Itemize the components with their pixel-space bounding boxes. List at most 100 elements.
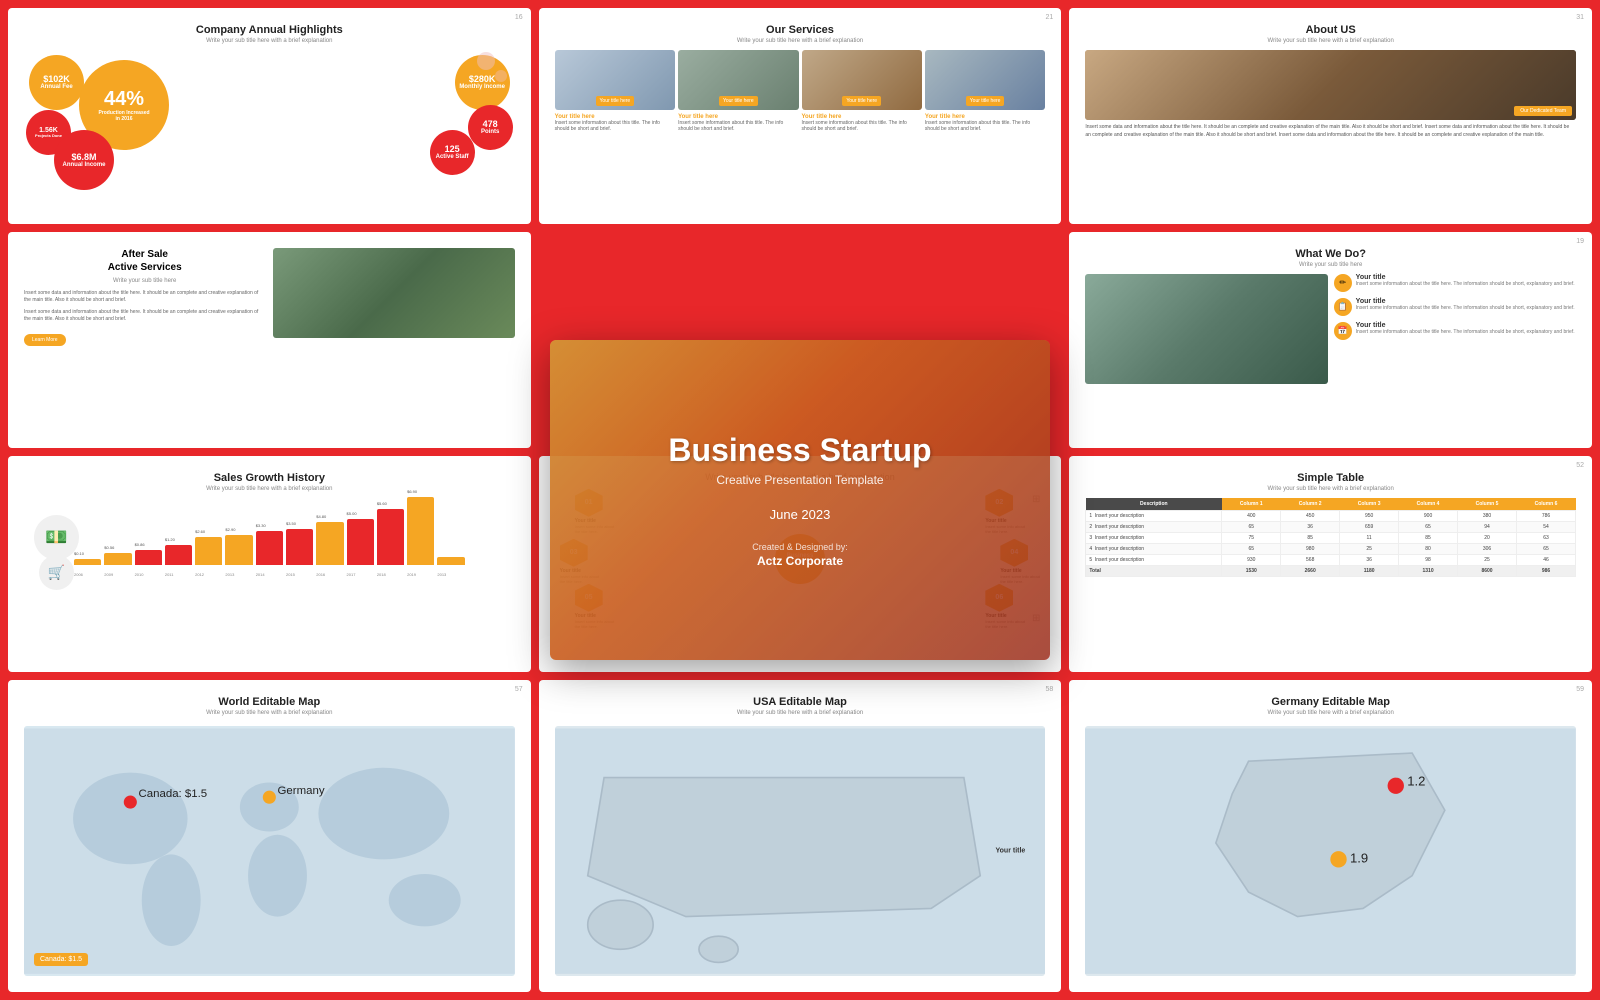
- what-icon-2: 📋: [1334, 298, 1352, 316]
- bar-2013: 2013$2.90: [225, 535, 252, 565]
- slide-number-2: 21: [1046, 14, 1054, 21]
- about-body: Insert some data and information about t…: [1085, 124, 1576, 139]
- total-c5: 8600: [1458, 565, 1517, 576]
- what-icon-1: ✏: [1334, 274, 1352, 292]
- col-description: Description: [1086, 498, 1222, 511]
- what-item-3-text: Your title Insert some information about…: [1356, 322, 1575, 336]
- slide6-subtitle: Write your sub title here with a brief e…: [24, 486, 515, 492]
- slide-what-we-do: 19 What We Do? Write your sub title here…: [1069, 232, 1592, 448]
- bar-val-2016: $4.80: [316, 514, 326, 519]
- service-caption-3: Your title here: [842, 96, 881, 106]
- data-table: Description Column 1 Column 2 Column 3 C…: [1085, 498, 1576, 577]
- cell-3-desc: 3 Insert your description: [1086, 532, 1222, 543]
- slide1-subtitle: Write your sub title here with a brief e…: [24, 38, 515, 44]
- bar-val-2017: $5.00: [347, 511, 357, 516]
- bar-2012: 2012$2.60: [195, 537, 222, 565]
- cell-3-c6: 63: [1516, 532, 1575, 543]
- slide6-title: Sales Growth History: [24, 472, 515, 484]
- cell-1-c2: 450: [1281, 510, 1340, 521]
- slide-number-1: 16: [515, 14, 523, 21]
- col-2: Column 2: [1281, 498, 1340, 511]
- service-body-1: Insert some information about this title…: [555, 120, 675, 132]
- bar-2006: 2006$0.10: [74, 559, 101, 565]
- cell-4-c5: 306: [1458, 543, 1517, 554]
- cell-2-c5: 94: [1458, 521, 1517, 532]
- slide11-title: Germany Editable Map: [1085, 696, 1576, 708]
- bar-val-2018: $5.60: [377, 501, 387, 506]
- cell-2-desc: 2 Insert your description: [1086, 521, 1222, 532]
- cell-5-c5: 25: [1458, 554, 1517, 565]
- cell-5-c6: 46: [1516, 554, 1575, 565]
- what-item-1-desc: Insert some information about the title …: [1356, 281, 1575, 288]
- bubble-annual-income: $6.8M Annual Income: [54, 130, 114, 190]
- bar-last: 2013: [437, 557, 464, 565]
- bar-label-2016: 2016: [316, 572, 325, 577]
- slide3-subtitle: Write your sub title here with a brief e…: [1085, 38, 1576, 44]
- what-item-3: 📅 Your title Insert some information abo…: [1334, 322, 1576, 340]
- service-desc-4: Your title here Insert some information …: [925, 114, 1045, 132]
- map-pin-canada: Canada: $1.5: [34, 953, 88, 966]
- bar-2011: 2011$1.20: [165, 545, 192, 565]
- slide-simple-table: 52 Simple Table Write your sub title her…: [1069, 456, 1592, 672]
- center-overlay: Business Startup Creative Presentation T…: [550, 340, 1050, 660]
- slide-our-services: 21 Our Services Write your sub title her…: [539, 8, 1062, 224]
- chart-money-icon: 💵: [34, 515, 79, 560]
- what-item-1: ✏ Your title Insert some information abo…: [1334, 274, 1576, 292]
- slide-number-10: 58: [1046, 686, 1054, 693]
- bar-2017: 2017$5.00: [347, 519, 374, 565]
- bubble-annual-fee: $102K Annual Fee: [29, 55, 84, 110]
- aftersale-desc2: Insert some data and information about t…: [24, 309, 265, 324]
- total-label: Total: [1086, 565, 1222, 576]
- slide-number-11: 59: [1576, 686, 1584, 693]
- total-c6: 986: [1516, 565, 1575, 576]
- aftersale-sub: Write your sub title here: [24, 278, 265, 284]
- what-item-2: 📋 Your title Insert some information abo…: [1334, 298, 1576, 316]
- slide-germany-map: 59 Germany Editable Map Write your sub t…: [1069, 680, 1592, 992]
- aftersale-button[interactable]: Learn More: [24, 334, 66, 346]
- slide5-subtitle: Write your sub title here: [1085, 262, 1576, 268]
- service-desc-3: Your title here Insert some information …: [802, 114, 922, 132]
- bar-val-2011: $1.20: [165, 537, 175, 542]
- col-3: Column 3: [1340, 498, 1399, 511]
- service-desc-2: Your title here Insert some information …: [678, 114, 798, 132]
- slide10-title: USA Editable Map: [555, 696, 1046, 708]
- service-desc-1: Your title here Insert some information …: [555, 114, 675, 132]
- service-caption-2: Your title here: [719, 96, 758, 106]
- cell-3-c3: 11: [1340, 532, 1399, 543]
- what-item-1-title: Your title: [1356, 274, 1575, 281]
- bar-label-2019: 2019: [407, 572, 416, 577]
- aftersale-title: After SaleActive Services: [24, 248, 265, 274]
- bar-chart: 2006$0.10 2009$0.56 2010$0.86 2011$1.20 …: [24, 500, 515, 580]
- overlay-company: Actz Corporate: [668, 554, 931, 568]
- aftersale-desc1: Insert some data and information about t…: [24, 290, 265, 305]
- what-items-list: ✏ Your title Insert some information abo…: [1334, 274, 1576, 384]
- cell-4-c6: 65: [1516, 543, 1575, 554]
- table-header-row: Description Column 1 Column 2 Column 3 C…: [1086, 498, 1576, 511]
- bubble-points: 478 Points: [468, 105, 513, 150]
- slide2-title: Our Services: [555, 24, 1046, 36]
- bar-2009: 2009$0.56: [104, 553, 131, 565]
- overlay-subtitle: Creative Presentation Template: [668, 473, 931, 487]
- slide8-title: Simple Table: [1085, 472, 1576, 484]
- about-image: Our Dedicated Team: [1085, 50, 1576, 120]
- service-body-2: Insert some information about this title…: [678, 120, 798, 132]
- bar-2014: 2014$3.30: [256, 531, 283, 565]
- bar-val-2010: $0.86: [135, 542, 145, 547]
- bar-label-2010: 2010: [135, 572, 144, 577]
- cell-2-c1: 65: [1222, 521, 1281, 532]
- cell-5-c2: 568: [1281, 554, 1340, 565]
- svg-text:1.9: 1.9: [1350, 850, 1368, 865]
- service-caption-1: Your title here: [596, 96, 635, 106]
- what-item-2-title: Your title: [1356, 298, 1575, 305]
- slide-world-map: 57 World Editable Map Write your sub tit…: [8, 680, 531, 992]
- cell-3-c5: 20: [1458, 532, 1517, 543]
- slide-number-5: 19: [1576, 238, 1584, 245]
- world-map-svg: Canada: $1.5 Germany: [24, 726, 515, 976]
- slide5-title: What We Do?: [1085, 248, 1576, 260]
- what-we-do-content: ✏ Your title Insert some information abo…: [1085, 274, 1576, 384]
- cell-1-c6: 786: [1516, 510, 1575, 521]
- dedicated-badge: Our Dedicated Team: [1514, 106, 1572, 116]
- service-body-4: Insert some information about this title…: [925, 120, 1045, 132]
- bar-label-2014: 2014: [256, 572, 265, 577]
- overlay-created-label: Created & Designed by:: [668, 542, 931, 552]
